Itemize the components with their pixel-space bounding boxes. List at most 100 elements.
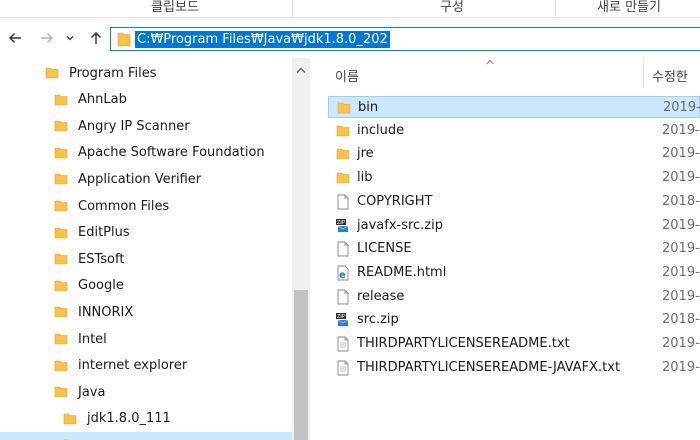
tree-item-label: Intel [78, 331, 107, 347]
file-row[interactable]: THIRDPARTYLICENSEREADME.txt 2019-0 [328, 333, 700, 355]
folder-icon [53, 384, 69, 400]
tree-item[interactable]: AhnLab [0, 87, 292, 113]
recent-chevron-icon [66, 36, 74, 41]
tree-item-label: AhnLab [78, 92, 127, 108]
tree-item[interactable]: ESTsoft [0, 246, 292, 272]
file-name: LICENSE [357, 241, 412, 257]
tree-item[interactable]: Apache Software Foundation [0, 140, 292, 166]
file-name: javafx-src.zip [357, 217, 443, 233]
tree-item-label: Java [78, 384, 106, 400]
folder-icon [336, 100, 352, 116]
folder-icon [53, 331, 69, 347]
tree-item-label: Apache Software Foundation [78, 145, 265, 161]
folder-icon [53, 118, 69, 134]
file-row[interactable]: COPYRIGHT 2018-1 [328, 191, 700, 213]
file-name: README.html [357, 264, 447, 280]
tree-item-label: Application Verifier [78, 171, 202, 187]
navigation-tree: Program Files AhnLab Angry IP Scanner Apach… [0, 58, 292, 440]
tree-item[interactable]: INNORIX [0, 299, 292, 325]
folder-icon [53, 145, 69, 161]
file-date-modified: 2019-0 [662, 122, 700, 138]
folder-icon [335, 146, 351, 162]
scroll-up-icon[interactable] [296, 66, 306, 74]
file-icon [335, 194, 351, 210]
file-name: jre [357, 146, 374, 162]
tree-item[interactable]: Program Files [0, 60, 292, 86]
tree-item[interactable]: jdk1.8.0_111 [0, 406, 292, 432]
file-row[interactable]: LICENSE 2019-0 [328, 238, 700, 260]
svg-text:ZIP: ZIP [337, 220, 345, 226]
tree-item-label: EditPlus [78, 225, 130, 241]
file-date-modified: 2019-0 [662, 170, 700, 186]
file-row[interactable]: ZIP src.zip 2018-1 [328, 309, 700, 331]
tree-item-label: Program Files [69, 65, 157, 81]
tree-item[interactable]: Google [0, 273, 292, 299]
column-header-name[interactable]: 이름 [335, 66, 359, 85]
address-path[interactable]: C:₩Program Files₩Java₩jdk1.8.0_202 [135, 31, 390, 48]
up-button[interactable] [85, 26, 107, 50]
file-list: 이름 수정한 bin2019-0include2019-0jre2019-0li… [310, 58, 700, 440]
tree-item[interactable]: internet explorer [0, 353, 292, 379]
file-name: THIRDPARTYLICENSEREADME-JAVAFX.txt [357, 359, 621, 375]
file-date-modified: 2018-1 [662, 312, 700, 328]
column-header-row: 이름 수정한 [310, 58, 700, 88]
folder-icon [117, 32, 131, 47]
navigation-bar: C:₩Program Files₩Java₩jdk1.8.0_202 [0, 18, 700, 58]
folder-icon [335, 170, 351, 186]
file-name: lib [357, 170, 373, 186]
file-row[interactable]: lib 2019-0 [328, 167, 700, 189]
file-name: bin [358, 100, 379, 115]
text-file-icon [335, 360, 351, 376]
file-date-modified: 2019-0 [662, 146, 700, 162]
file-date-modified: 2019-0 [662, 264, 700, 280]
address-bar[interactable]: C:₩Program Files₩Java₩jdk1.8.0_202 [110, 27, 700, 51]
tree-item[interactable]: Application Verifier [0, 166, 292, 192]
tree-item[interactable]: Java [0, 379, 292, 405]
folder-icon [53, 92, 69, 108]
column-header-date-modified[interactable]: 수정한 [652, 66, 688, 85]
back-button[interactable] [4, 26, 26, 50]
sort-ascending-icon [486, 59, 494, 65]
file-date-modified: 2019-0 [662, 359, 700, 375]
file-row[interactable]: include 2019-0 [328, 120, 700, 142]
file-icon [335, 289, 351, 305]
folder-icon [53, 251, 69, 267]
file-row[interactable]: THIRDPARTYLICENSEREADME-JAVAFX.txt 2019-0 [328, 357, 700, 379]
zip-icon: ZIP [335, 312, 351, 328]
tree-item-label: Common Files [78, 198, 170, 214]
column-divider[interactable] [643, 58, 644, 88]
tree-item-label: ESTsoft [78, 251, 125, 267]
tree-item[interactable] [0, 432, 292, 440]
file-row[interactable]: release 2019-0 [328, 286, 700, 308]
file-row[interactable]: e README.html 2019-0 [328, 262, 700, 284]
tree-item[interactable]: Intel [0, 326, 292, 352]
tree-item-label: internet explorer [78, 358, 188, 374]
file-date-modified: 2019-0 [662, 336, 700, 351]
svg-text:ZIP: ZIP [337, 314, 345, 320]
tree-item[interactable]: EditPlus [0, 220, 292, 246]
forward-button[interactable] [36, 26, 58, 50]
ribbon-group-organize: 구성 [440, 0, 464, 15]
folder-icon [335, 123, 351, 139]
recent-locations-button[interactable] [62, 26, 78, 50]
file-date-modified: 2018-1 [662, 193, 700, 209]
ribbon-group-clipboard: 클립보드 [151, 0, 199, 15]
file-row[interactable]: bin 2019-0 [328, 96, 700, 118]
file-name: release [357, 288, 405, 304]
tree-item[interactable]: Angry IP Scanner [0, 113, 292, 139]
file-name: include [357, 122, 405, 138]
tree-item[interactable]: Common Files [0, 193, 292, 219]
tree-scrollbar[interactable] [292, 58, 310, 440]
scrollbar-thumb[interactable] [294, 290, 308, 440]
up-arrow-icon [91, 32, 101, 44]
folder-icon [53, 304, 69, 320]
tree-item-label: Google [78, 278, 124, 294]
forward-arrow-icon [41, 33, 53, 43]
file-row[interactable]: ZIP javafx-src.zip 2019-0 [328, 215, 700, 237]
ribbon-separator [555, 0, 556, 18]
folder-icon [44, 65, 60, 81]
file-icon [335, 241, 351, 257]
file-date-modified: 2019-0 [662, 288, 700, 304]
file-name: THIRDPARTYLICENSEREADME.txt [357, 336, 570, 351]
file-row[interactable]: jre 2019-0 [328, 143, 700, 165]
